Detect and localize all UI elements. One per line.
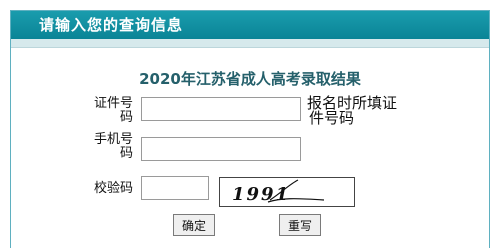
captcha-graphic: 1991 (232, 179, 325, 205)
panel-header: 请输入您的查询信息 (11, 11, 489, 39)
id-number-hint-line2: 件号码 (309, 109, 355, 127)
id-number-hint: 报名时所填证 件号码 (307, 96, 397, 126)
id-number-input[interactable] (141, 97, 301, 121)
id-number-label-line1: 证件号 (93, 96, 133, 111)
form-title: 2020年江苏省成人高考录取结果 (139, 70, 361, 88)
query-panel: 请输入您的查询信息 2020年江苏省成人高考录取结果 证件号 码 报名时所填证 … (10, 10, 490, 248)
phone-number-label-line1: 手机号 (93, 132, 133, 147)
panel-header-title: 请输入您的查询信息 (39, 16, 184, 34)
confirm-button[interactable]: 确定 (173, 214, 215, 236)
panel-header-band (11, 39, 489, 48)
phone-number-label: 手机号 码 (83, 133, 133, 161)
captcha-image[interactable]: 1991 (219, 177, 355, 207)
captcha-input[interactable] (141, 176, 209, 200)
captcha-label: 校验码 (93, 181, 133, 196)
phone-number-input[interactable] (141, 137, 301, 161)
id-number-label-line2: 码 (119, 110, 133, 125)
reset-button[interactable]: 重写 (279, 214, 321, 236)
phone-number-label-line2: 码 (119, 146, 133, 161)
captcha-text: 1991 (232, 184, 290, 205)
id-number-label: 证件号 码 (83, 97, 133, 125)
